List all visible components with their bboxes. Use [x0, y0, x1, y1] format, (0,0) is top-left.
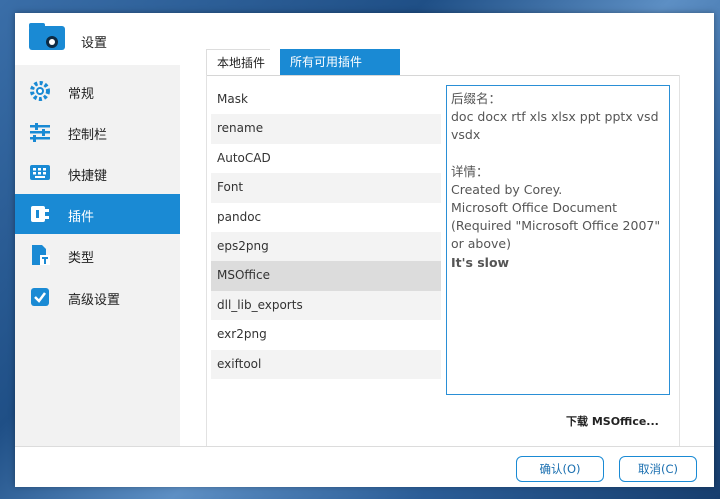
- sidebar-item-label: 常规: [68, 87, 95, 102]
- detail-description: Microsoft Office Document: [451, 200, 618, 216]
- download-plugin-link[interactable]: 下载 MSOffice...: [566, 413, 659, 429]
- sidebar: 设置 常规 控制栏 快捷键 插件 类型 高级设置: [15, 13, 180, 446]
- plugin-detail-box[interactable]: 后缀名： doc docx rtf xls xlsx ppt pptx vsd …: [446, 85, 670, 395]
- detail-label: 详情：: [451, 163, 489, 179]
- sidebar-item-advanced[interactable]: 高级设置: [15, 277, 180, 317]
- sidebar-item-label: 快捷键: [68, 169, 108, 184]
- settings-dialog: 设置 常规 控制栏 快捷键 插件 类型 高级设置 本地插件 所有可用插件 Mas…: [15, 13, 714, 487]
- checkbox-icon: [31, 288, 49, 306]
- gear-icon: [30, 81, 50, 101]
- sidebar-item-label: 高级设置: [68, 293, 121, 308]
- list-item[interactable]: Mask: [211, 85, 441, 114]
- sidebar-item-general[interactable]: 常规: [15, 71, 180, 111]
- plugin-icon: [31, 206, 49, 222]
- list-item[interactable]: Font: [211, 173, 441, 203]
- file-type-icon: [32, 245, 50, 265]
- detail-note: It's slow: [451, 254, 510, 270]
- sidebar-title: 设置: [81, 36, 108, 51]
- list-item[interactable]: AutoCAD: [211, 144, 441, 173]
- sidebar-header: 设置: [15, 13, 180, 65]
- sidebar-item-plugins[interactable]: 插件: [15, 194, 180, 234]
- sidebar-item-label: 类型: [68, 251, 95, 266]
- sliders-icon: [30, 123, 50, 142]
- keyboard-icon: [30, 165, 50, 180]
- sidebar-item-label: 插件: [68, 210, 95, 225]
- sidebar-item-label: 控制栏: [68, 128, 108, 143]
- list-item[interactable]: exiftool: [211, 349, 441, 379]
- plugin-list: Mask rename AutoCAD Font pandoc eps2png …: [211, 85, 441, 379]
- ok-button[interactable]: 确认(O): [516, 456, 604, 482]
- app-logo-icon: [29, 23, 65, 50]
- list-item[interactable]: pandoc: [211, 203, 441, 232]
- detail-author: Created by Corey.: [451, 181, 563, 197]
- dialog-footer: 确认(O) 取消(C): [15, 446, 714, 487]
- suffix-list: doc docx rtf xls xlsx ppt pptx vsd vsdx: [451, 109, 659, 143]
- list-item[interactable]: exr2png: [211, 320, 441, 349]
- cancel-button[interactable]: 取消(C): [619, 456, 697, 482]
- sidebar-item-controlbar[interactable]: 控制栏: [15, 112, 180, 152]
- list-item-selected[interactable]: MSOffice: [211, 261, 441, 291]
- suffix-label: 后缀名：: [451, 91, 502, 106]
- list-item[interactable]: eps2png: [211, 231, 441, 262]
- tab-local-plugins[interactable]: 本地插件: [206, 49, 270, 75]
- detail-requirement: (Required "Microsoft Office 2007" or abo…: [451, 218, 661, 252]
- list-item[interactable]: rename: [211, 114, 441, 144]
- list-item[interactable]: dll_lib_exports: [211, 290, 441, 321]
- sidebar-item-shortcuts[interactable]: 快捷键: [15, 153, 180, 193]
- sidebar-item-types[interactable]: 类型: [15, 235, 180, 275]
- tab-all-plugins[interactable]: 所有可用插件: [280, 49, 400, 75]
